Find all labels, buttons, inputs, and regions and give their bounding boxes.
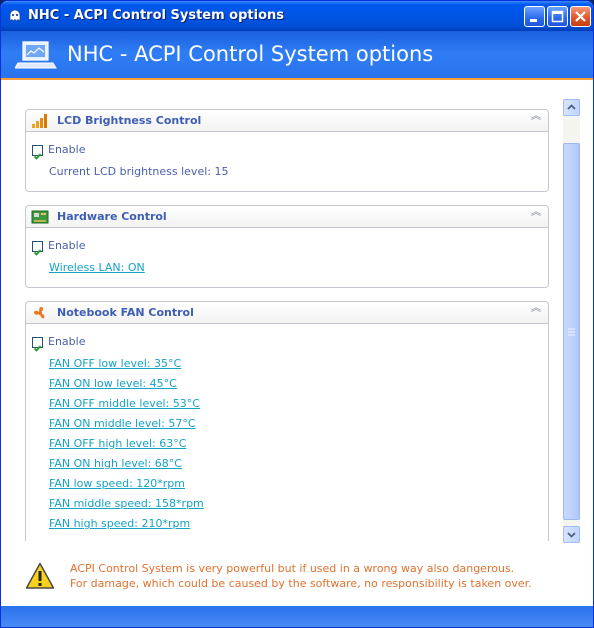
lcd-brightness-title: LCD Brightness Control [57,114,202,127]
lcd-brightness-level: Current LCD brightness level: 15 [49,165,229,178]
title-bar[interactable]: NHC - ACPI Control System options [1,1,593,31]
lcd-brightness-group: LCD Brightness Control ︽ Enable Current … [25,109,549,192]
grip-icon [568,328,575,336]
fan-enable-checkbox[interactable] [32,337,43,352]
collapse-icon[interactable]: ︽ [531,208,541,218]
fan-control-title: Notebook FAN Control [57,306,194,319]
fan-on-high-level-link[interactable]: FAN ON high level: 68°C [49,457,182,470]
lcd-enable-label[interactable]: Enable [48,143,85,156]
warning-icon [25,562,55,589]
fan-low-speed-link[interactable]: FAN low speed: 120*rpm [49,477,185,490]
options-window: NHC - ACPI Control System options NHC - … [0,0,594,628]
collapse-icon[interactable]: ︽ [531,112,541,122]
chevron-up-icon [567,104,576,110]
maximize-button[interactable] [547,6,568,27]
hardware-control-title: Hardware Control [57,210,167,223]
minimize-button[interactable] [524,6,545,27]
fan-on-low-level-link[interactable]: FAN ON low level: 45°C [49,377,177,390]
fan-middle-speed-link[interactable]: FAN middle speed: 158*rpm [49,497,204,510]
chevron-down-icon [567,532,576,538]
warning-area: ACPI Control System is very powerful but… [1,550,593,606]
fan-off-middle-level-link[interactable]: FAN OFF middle level: 53°C [49,397,200,410]
footer-band [1,606,593,627]
hardware-card-icon [31,210,49,224]
close-button[interactable] [570,6,591,27]
vertical-scrollbar[interactable] [563,99,580,543]
header-band: NHC - ACPI Control System options [1,31,593,79]
collapse-icon[interactable]: ︽ [531,304,541,314]
wireless-lan-link[interactable]: Wireless LAN: ON [49,261,145,274]
scroll-down-button[interactable] [563,526,580,543]
minimize-icon [530,19,537,22]
hardware-control-group: Hardware Control ︽ Enable Wireless LAN: … [25,205,549,288]
fan-on-middle-level-link[interactable]: FAN ON middle level: 57°C [49,417,196,430]
hardware-enable-checkbox[interactable] [32,241,43,256]
fan-enable-label[interactable]: Enable [48,335,85,348]
close-icon [575,11,586,22]
fan-icon [33,306,45,319]
window-title: NHC - ACPI Control System options [28,8,285,23]
signal-bars-icon [32,114,47,128]
laptop-icon [15,41,57,69]
app-icon [9,9,21,22]
checkmark-icon [33,153,42,160]
fan-control-group: Notebook FAN Control ︽ Enable FAN OFF lo… [25,301,549,541]
scroll-thumb[interactable] [563,143,580,520]
scroll-up-button[interactable] [563,99,580,116]
hardware-control-header[interactable]: Hardware Control ︽ [26,206,548,228]
warning-message: ACPI Control System is very powerful but… [70,561,532,591]
header-title: NHC - ACPI Control System options [67,42,434,66]
fan-high-speed-link[interactable]: FAN high speed: 210*rpm [49,517,190,530]
checkmark-icon [33,249,42,256]
lcd-brightness-header[interactable]: LCD Brightness Control ︽ [26,110,548,132]
options-panel: LCD Brightness Control ︽ Enable Current … [1,80,593,550]
lcd-enable-checkbox[interactable] [32,145,43,160]
warning-line-2: For damage, which could be caused by the… [70,577,532,590]
checkmark-icon [33,345,42,352]
maximize-icon [551,10,564,23]
fan-control-header[interactable]: Notebook FAN Control ︽ [26,302,548,324]
fan-off-low-level-link[interactable]: FAN OFF low level: 35°C [49,357,181,370]
hardware-enable-label[interactable]: Enable [48,239,85,252]
fan-off-high-level-link[interactable]: FAN OFF high level: 63°C [49,437,186,450]
warning-line-1: ACPI Control System is very powerful but… [70,562,515,575]
